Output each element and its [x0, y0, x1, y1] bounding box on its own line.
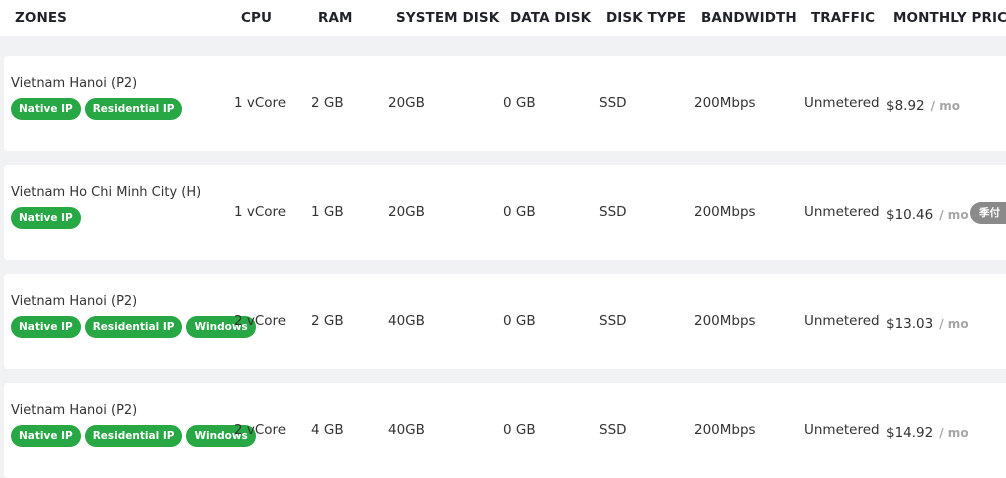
cpu-value: 2 vCore — [234, 313, 287, 329]
price-amount: $10.46 — [886, 207, 934, 223]
monthly-price: $14.92 / mo — [886, 422, 969, 441]
system-disk-value: 40GB — [388, 313, 425, 329]
price-amount: $8.92 — [886, 98, 925, 114]
monthly-price: $10.46 / mo — [886, 204, 969, 223]
cpu-value: 1 vCore — [234, 204, 287, 220]
quarterly-pay-badge: 季付 — [970, 202, 1006, 224]
zone-name: Vietnam Hanoi (P2) — [11, 294, 138, 309]
zone-name: Vietnam Hanoi (P2) — [11, 403, 138, 418]
data-disk-value: 0 GB — [503, 204, 536, 220]
traffic-value: Unmetered — [804, 313, 880, 329]
tag-list: Native IP Residential IP Windows — [11, 425, 256, 447]
disk-type-value: SSD — [599, 422, 627, 438]
disk-type-value: SSD — [599, 204, 627, 220]
header-traffic: TRAFFIC — [811, 10, 876, 26]
tag-native-ip: Native IP — [11, 98, 81, 120]
table-row[interactable]: Vietnam Ho Chi Minh City (H) Native IP 1… — [4, 165, 1006, 260]
traffic-value: Unmetered — [804, 422, 880, 438]
zone-name: Vietnam Hanoi (P2) — [11, 76, 138, 91]
ram-value: 4 GB — [311, 422, 344, 438]
bandwidth-value: 200Mbps — [694, 313, 756, 329]
system-disk-value: 20GB — [388, 95, 425, 111]
zone-name: Vietnam Ho Chi Minh City (H) — [11, 185, 202, 200]
data-disk-value: 0 GB — [503, 95, 536, 111]
traffic-value: Unmetered — [804, 95, 880, 111]
system-disk-value: 20GB — [388, 204, 425, 220]
table-row[interactable]: Vietnam Hanoi (P2) Native IP Residential… — [4, 274, 1006, 369]
bandwidth-value: 200Mbps — [694, 204, 756, 220]
header-cpu: CPU — [241, 10, 273, 26]
monthly-price: $13.03 / mo — [886, 313, 969, 332]
ram-value: 2 GB — [311, 95, 344, 111]
header-system-disk: SYSTEM DISK — [396, 10, 500, 26]
tag-residential-ip: Residential IP — [84, 425, 183, 447]
cpu-value: 2 vCore — [234, 422, 287, 438]
table-row[interactable]: Vietnam Hanoi (P2) Native IP Residential… — [4, 383, 1006, 478]
disk-type-value: SSD — [599, 95, 627, 111]
ram-value: 2 GB — [311, 313, 344, 329]
tag-list: Native IP Residential IP Windows — [11, 316, 256, 338]
tag-residential-ip: Residential IP — [84, 316, 183, 338]
price-period: / mo — [939, 426, 969, 440]
monthly-price: $8.92 / mo — [886, 95, 960, 114]
price-amount: $13.03 — [886, 316, 934, 332]
bandwidth-value: 200Mbps — [694, 422, 756, 438]
header-data-disk: DATA DISK — [510, 10, 592, 26]
price-period: / mo — [939, 317, 969, 331]
data-disk-value: 0 GB — [503, 422, 536, 438]
header-ram: RAM — [318, 10, 353, 26]
header-bandwidth: BANDWIDTH — [701, 10, 797, 26]
tag-list: Native IP — [11, 207, 81, 229]
tag-list: Native IP Residential IP — [11, 98, 183, 120]
tag-native-ip: Native IP — [11, 316, 81, 338]
header-disk-type: DISK TYPE — [606, 10, 687, 26]
cpu-value: 1 vCore — [234, 95, 287, 111]
header-zones: ZONES — [15, 10, 68, 26]
price-period: / mo — [939, 208, 969, 222]
price-period: / mo — [930, 99, 960, 113]
traffic-value: Unmetered — [804, 204, 880, 220]
bandwidth-value: 200Mbps — [694, 95, 756, 111]
tag-residential-ip: Residential IP — [84, 98, 183, 120]
disk-type-value: SSD — [599, 313, 627, 329]
tag-native-ip: Native IP — [11, 425, 81, 447]
data-disk-value: 0 GB — [503, 313, 536, 329]
table-header: ZONES CPU RAM SYSTEM DISK DATA DISK DISK… — [0, 0, 1006, 36]
table-row[interactable]: Vietnam Hanoi (P2) Native IP Residential… — [4, 56, 1006, 151]
ram-value: 1 GB — [311, 204, 344, 220]
price-amount: $14.92 — [886, 425, 934, 441]
header-monthly-price: MONTHLY PRICE — [893, 10, 1006, 26]
tag-native-ip: Native IP — [11, 207, 81, 229]
system-disk-value: 40GB — [388, 422, 425, 438]
